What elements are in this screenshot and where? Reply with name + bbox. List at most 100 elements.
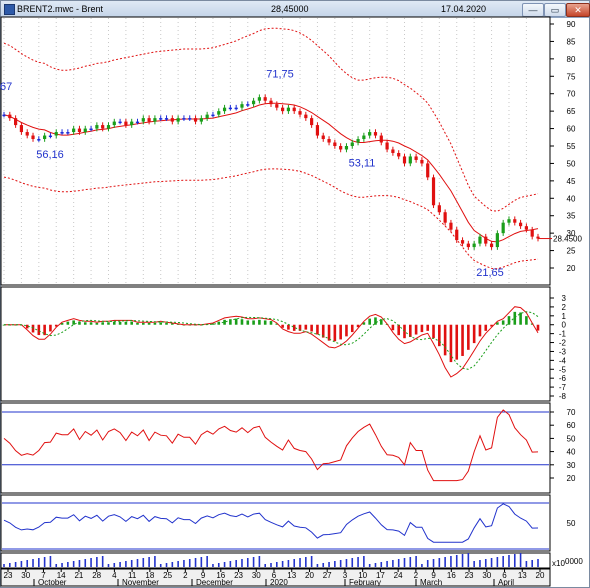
day-label: 23 [4, 571, 13, 580]
macd-bar [397, 324, 400, 336]
price-tick-label: 85 [567, 37, 576, 46]
volume-bar [310, 556, 313, 567]
price-tick-label: 60 [567, 125, 576, 134]
volume-bar [171, 562, 174, 567]
macd-bar [95, 322, 99, 325]
macd-bar [310, 324, 313, 332]
volume-bar [502, 556, 504, 567]
candle-body [124, 121, 128, 126]
macd-axis: 3210-1-2-3-4-5-6-7-8 [550, 294, 567, 401]
volume-bar [90, 558, 92, 567]
macd-bar [66, 321, 70, 325]
volume-bar [473, 561, 475, 567]
price-tick-label: 45 [567, 177, 576, 186]
volume-bar [525, 561, 528, 567]
candle-body [95, 125, 99, 129]
day-label: 21 [74, 571, 83, 580]
candle-body [530, 229, 534, 237]
volume-bar [84, 559, 87, 567]
candle-body [159, 118, 163, 120]
macd-bar [478, 324, 482, 337]
day-label: 13 [518, 571, 527, 580]
month-label: 2020 [270, 578, 288, 587]
volume-bar [235, 560, 237, 567]
volume-bar [183, 560, 185, 567]
volume-bar [38, 558, 40, 567]
day-label: 2 [414, 571, 419, 580]
day-label: 13 [287, 571, 296, 580]
day-label: 2 [183, 571, 188, 580]
macd-bar [536, 324, 540, 331]
candle-body [292, 107, 296, 112]
candle-body [460, 240, 465, 244]
day-label: 16 [447, 571, 456, 580]
volume-bar [537, 559, 539, 567]
volume-bar [276, 562, 278, 567]
candle-body [507, 219, 511, 223]
volume-bar [270, 563, 272, 567]
volume-bar [357, 557, 359, 567]
candle-body [164, 118, 169, 120]
candle-body [495, 233, 499, 248]
volume-bar [252, 557, 255, 567]
close-button[interactable]: ✕ [566, 3, 590, 17]
macd-bar [112, 321, 116, 325]
macd-bar [130, 321, 133, 325]
price-tick-label: 50 [567, 159, 576, 168]
volume-bar [397, 559, 400, 567]
candle-body [106, 125, 111, 129]
day-label: 23 [465, 571, 474, 580]
minimize-button[interactable]: — [522, 3, 544, 17]
volume-bar [43, 557, 46, 567]
maximize-button[interactable]: ▭ [544, 3, 566, 17]
price-tick-label: 25 [567, 247, 576, 256]
volume-bar [328, 562, 330, 567]
volume-bar [496, 557, 499, 567]
candle-body [2, 114, 6, 117]
candle-body [193, 118, 198, 122]
candle-body [478, 236, 482, 244]
macd-bar [339, 324, 342, 340]
macd-bar [391, 324, 395, 331]
macd-bar [165, 322, 168, 325]
rsi-tick-label: 20 [567, 474, 576, 483]
candle-body [304, 114, 308, 119]
price-tick-label: 75 [567, 72, 576, 81]
macd-bar [147, 322, 151, 325]
macd-bar [83, 322, 87, 325]
macd-bar [403, 324, 406, 339]
candle-body [397, 152, 401, 157]
volume-bar [61, 563, 63, 567]
candle-body [391, 149, 395, 153]
volume-bar [455, 555, 458, 567]
volume-bar [55, 564, 58, 567]
candle-body [408, 156, 412, 164]
candle-body [484, 236, 488, 244]
macd-bar [287, 324, 290, 330]
day-label: 25 [163, 571, 172, 580]
volume-bar [351, 558, 354, 567]
candle-body [368, 132, 372, 136]
macd-tick-label: -1 [559, 330, 567, 339]
volume-bar [438, 558, 441, 567]
candle-body [118, 121, 122, 124]
macd-bar [281, 324, 284, 328]
macd-bar [350, 324, 354, 333]
rsi-panel[interactable] [0, 402, 551, 494]
candle-body [513, 219, 517, 223]
price-tick-label: 55 [567, 142, 576, 151]
day-label: 30 [252, 571, 261, 580]
volume-bar [119, 562, 121, 567]
price-annotation: 71,75 [266, 69, 294, 81]
day-label: 30 [21, 571, 30, 580]
candle-body [31, 135, 35, 140]
candle-body [472, 243, 476, 248]
macd-bar [327, 324, 331, 341]
volume-bar [374, 563, 377, 567]
volume-bar [136, 559, 139, 567]
volume-bar [241, 559, 243, 567]
volume-bar [339, 560, 342, 567]
chart-area[interactable]: 28.4500 908580757065605550454035302520 6… [0, 16, 590, 588]
volume-bar [177, 561, 179, 567]
macd-bar [246, 320, 250, 325]
